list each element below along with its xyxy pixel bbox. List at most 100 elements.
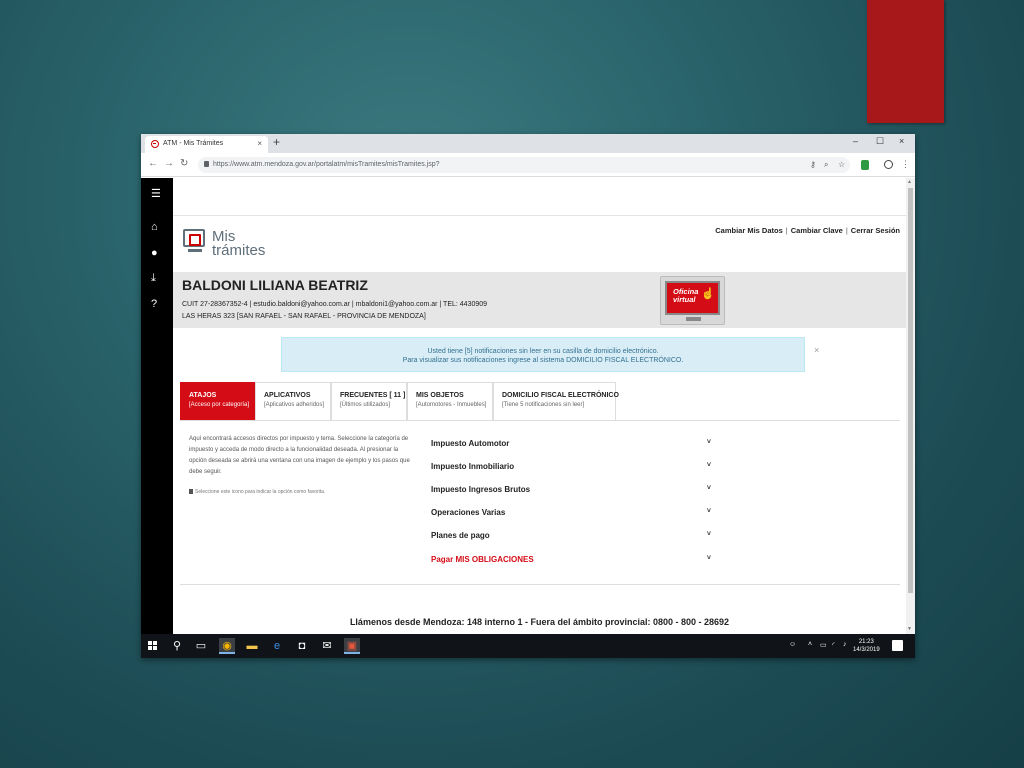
file-explorer-icon[interactable]: ▬ — [244, 638, 260, 654]
chevron-down-icon: ˅ — [706, 462, 711, 469]
site-favicon-icon — [151, 140, 159, 148]
category-impuesto-automotor[interactable]: Impuesto Automotor ˅ — [431, 439, 711, 453]
chevron-down-icon: ˅ — [706, 439, 711, 446]
maximize-button[interactable]: ☐ — [876, 136, 884, 147]
help-text: Aquí encontrará accesos directos por imp… — [189, 436, 410, 475]
cambiar-clave-link[interactable]: Cambiar Clave — [791, 226, 843, 235]
tab-close-icon[interactable]: × — [257, 139, 262, 148]
category-impuesto-inmobiliario[interactable]: Impuesto Inmobiliario ˅ — [431, 462, 711, 476]
user-info-panel: BALDONI LILIANA BEATRIZ CUIT 27-28367352… — [173, 272, 906, 328]
clock-time: 21:23 — [858, 639, 874, 645]
store-icon[interactable]: ◘ — [294, 638, 310, 654]
reload-button[interactable]: ↻ — [180, 158, 188, 169]
cambiar-mis-datos-link[interactable]: Cambiar Mis Datos — [715, 226, 783, 235]
tab-domicilio-fiscal[interactable]: DOMICILIO FISCAL ELECTRÓNICO [Tiene 5 no… — [493, 382, 619, 420]
category-planes-de-pago[interactable]: Planes de pago ˅ — [431, 531, 711, 545]
category-label: Impuesto Automotor — [431, 439, 510, 448]
category-ingresos-brutos[interactable]: Impuesto Ingresos Brutos ˅ — [431, 485, 711, 499]
clock-date: 14/3/2019 — [853, 647, 880, 653]
alert-line-1: Usted tiene [5] notificaciones sin leer … — [427, 348, 659, 355]
tab-title: ATM - Mis Trámites — [163, 140, 224, 147]
powerpoint-icon[interactable]: ▣ — [344, 638, 360, 654]
mail-icon[interactable]: ✉ — [319, 638, 335, 654]
bookmark-icon — [189, 489, 193, 494]
cerrar-sesion-link[interactable]: Cerrar Sesión — [851, 226, 900, 235]
window-close-button[interactable]: × — [899, 136, 904, 146]
windows-start-icon[interactable] — [148, 641, 158, 651]
task-view-icon[interactable]: ▭ — [193, 638, 209, 654]
tab-title: MIS OBJETOS — [416, 392, 464, 399]
url-text: https://www.atm.mendoza.gov.ar/portalatm… — [213, 161, 440, 168]
tab-frecuentes[interactable]: FRECUENTES [ 11 ] [Últimos utilizados] — [331, 382, 407, 420]
slide-accent-bar — [867, 0, 944, 123]
download-icon[interactable]: ⤓ — [151, 272, 156, 285]
chevron-down-icon: ˅ — [706, 531, 711, 538]
page-scrollbar[interactable]: ▲ ▼ — [906, 178, 915, 634]
account-links: Cambiar Mis Datos | Cambiar Clave | Cerrar S… — [715, 226, 900, 235]
help-icon[interactable]: ? — [151, 298, 157, 310]
tab-strip: ATM - Mis Trámites × + – ☐ × — [141, 134, 915, 153]
back-button[interactable]: ← — [148, 158, 158, 169]
scroll-up-icon[interactable]: ▲ — [907, 179, 912, 185]
bookmark-star-icon[interactable]: ☆ — [838, 160, 845, 169]
tab-title: APLICATIVOS — [264, 392, 311, 399]
category-label: Impuesto Ingresos Brutos — [431, 485, 531, 494]
content-divider — [180, 584, 900, 585]
user-name: BALDONI LILIANA BEATRIZ — [182, 277, 368, 293]
chevron-down-icon: ˅ — [706, 485, 711, 492]
browser-tab[interactable]: ATM - Mis Trámites × — [145, 136, 268, 153]
chevron-down-icon: ˅ — [706, 555, 711, 562]
search-icon[interactable]: ⚲ — [169, 638, 185, 654]
address-bar[interactable]: https://www.atm.mendoza.gov.ar/portalatm… — [198, 157, 850, 173]
contact-footer: Llámenos desde Mendoza: 148 interno 1 - … — [349, 617, 730, 627]
system-clock[interactable]: 21:23 14/3/2019 — [853, 638, 880, 654]
notifications-alert: Usted tiene [5] notificaciones sin leer … — [281, 337, 805, 372]
tab-subtitle: [Acceso por categoría] — [189, 402, 250, 408]
volume-icon[interactable]: ♪ — [843, 641, 847, 648]
link-separator: | — [845, 226, 848, 235]
category-operaciones-varias[interactable]: Operaciones Varias ˅ — [431, 508, 711, 522]
chrome-icon[interactable]: ◉ — [219, 638, 235, 654]
alert-close-icon[interactable]: × — [814, 345, 819, 355]
forward-button[interactable]: → — [164, 158, 174, 169]
tab-title: FRECUENTES [ 11 ] — [340, 392, 406, 399]
battery-icon[interactable]: ▭ — [820, 641, 827, 649]
tab-subtitle: [Tiene 5 notificaciones sin leer] — [502, 402, 585, 408]
home-icon[interactable]: ⌂ — [151, 221, 158, 233]
tab-atajos[interactable]: ATAJOS [Acceso por categoría] — [180, 382, 255, 420]
category-label: Planes de pago — [431, 531, 490, 540]
hamburger-menu-icon[interactable]: ☰ — [151, 187, 161, 200]
user-contact: CUIT 27-28367352-4 | estudio.baldoni@yah… — [182, 301, 488, 308]
windows-taskbar: ⚲ ▭ ◉ ▬ e ◘ ✉ ▣ ☺ ˄ ▭ ◜ ♪ 21:23 14/3/201… — [141, 634, 915, 658]
oficina-virtual-button[interactable]: Oficina virtual ☝ — [660, 276, 725, 325]
menu-kebab-icon[interactable]: ⋮ — [901, 159, 910, 170]
tab-aplicativos[interactable]: APLICATIVOS [Aplicativos adheridos] — [255, 382, 331, 420]
zoom-icon[interactable]: ⌕ — [824, 160, 828, 170]
new-tab-button[interactable]: + — [273, 135, 280, 149]
key-icon[interactable]: ⚷ — [810, 160, 816, 169]
link-separator: | — [785, 226, 788, 235]
tab-mis-objetos[interactable]: MIS OBJETOS [Automotores - Inmuebles] — [407, 382, 493, 420]
browser-window: ATM - Mis Trámites × + – ☐ × ← → ↻ https… — [141, 134, 915, 658]
tab-subtitle: [Aplicativos adheridos] — [264, 402, 325, 408]
notifications-icon[interactable] — [892, 640, 903, 651]
mis-tramites-logo[interactable]: Mis trámites — [183, 225, 278, 259]
scrollbar-thumb[interactable] — [908, 188, 913, 593]
user-address: LAS HERAS 323 [SAN RAFAEL - SAN RAFAEL -… — [182, 313, 426, 320]
extension-icon[interactable] — [861, 160, 869, 170]
people-icon[interactable]: ☺ — [789, 641, 796, 648]
scroll-down-icon[interactable]: ▼ — [907, 626, 912, 632]
tab-title: ATAJOS — [189, 392, 217, 399]
page-content: Mis trámites Cambiar Mis Datos | Cambiar C… — [173, 178, 906, 634]
favorite-note-text: Seleccione este icono para indicar la op… — [195, 489, 326, 495]
monitor-check-icon — [183, 229, 205, 247]
minimize-button[interactable]: – — [853, 136, 858, 146]
tab-divider — [180, 420, 900, 421]
edge-icon[interactable]: e — [269, 638, 285, 654]
category-pagar-obligaciones[interactable]: Pagar MIS OBLIGACIONES ˅ — [431, 555, 711, 569]
network-icon[interactable]: ◜ — [832, 641, 835, 649]
top-band — [173, 178, 906, 216]
tray-chevron-icon[interactable]: ˄ — [808, 641, 812, 648]
user-icon[interactable]: ● — [151, 247, 158, 259]
profile-icon[interactable] — [884, 160, 893, 169]
